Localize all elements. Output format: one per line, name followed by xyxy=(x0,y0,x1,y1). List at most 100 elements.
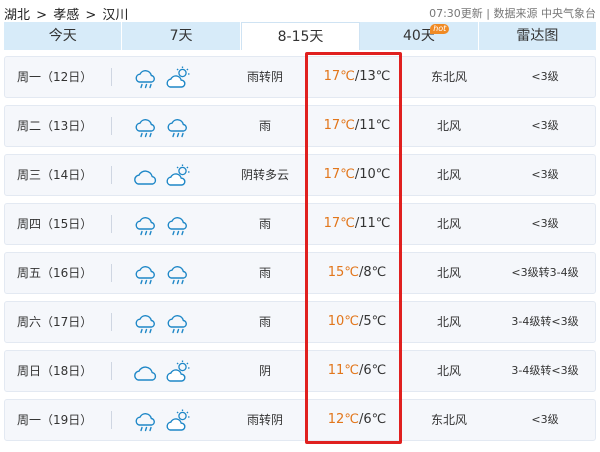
high-temperature: 17℃ xyxy=(323,118,355,133)
breadcrumb-city[interactable]: 孝感 xyxy=(53,8,79,23)
high-temperature: 11℃ xyxy=(327,363,359,378)
divider xyxy=(111,411,112,429)
forecast-row: 周一（19日） 雨转阴 12℃/6℃ 东北风 <3级 xyxy=(4,399,596,441)
wind-level: <3级 xyxy=(531,70,559,83)
wind-direction: 北风 xyxy=(436,266,461,280)
divider xyxy=(111,264,112,282)
tab-8-15-days[interactable]: 8-15天 xyxy=(240,22,361,50)
weather-icons xyxy=(133,212,197,238)
breadcrumb-district[interactable]: 汉川 xyxy=(102,8,128,23)
low-temperature: /11℃ xyxy=(354,216,391,231)
temperature-range: 17℃/11℃ xyxy=(311,106,403,146)
temperature-range: 11℃/6℃ xyxy=(311,351,403,391)
partly-cloudy-icon xyxy=(165,65,191,91)
wind-direction: 东北风 xyxy=(430,70,467,84)
weather-description: 雨转阴 xyxy=(246,413,283,427)
divider xyxy=(111,68,112,86)
low-temperature: /6℃ xyxy=(358,412,387,427)
wind-direction: 北风 xyxy=(436,364,461,378)
forecast-row: 周日（18日） 阴 11℃/6℃ 北风 3-4级转<3级 xyxy=(4,350,596,392)
rain-cloud-icon xyxy=(133,261,159,287)
temperature-range: 17℃/10℃ xyxy=(311,155,403,195)
weather-description: 雨 xyxy=(258,315,271,329)
hot-badge: hot xyxy=(430,24,450,34)
wind-direction: 北风 xyxy=(436,217,461,231)
day-label: 周日（18日） xyxy=(17,364,93,378)
weather-icons xyxy=(133,359,197,385)
weather-icons xyxy=(133,310,197,336)
tab-radar[interactable]: 雷达图 xyxy=(478,22,597,50)
overcast-cloud-icon xyxy=(133,359,159,385)
rain-cloud-icon xyxy=(133,212,159,238)
breadcrumb: 湖北 > 孝感 > 汉川 xyxy=(4,4,130,23)
forecast-list: 周一（12日） 雨转阴 17℃/13℃ 东北风 <3级 周二（13日） 雨 17 xyxy=(4,56,596,448)
low-temperature: /13℃ xyxy=(354,69,391,84)
temperature-range: 12℃/6℃ xyxy=(311,400,403,440)
high-temperature: 15℃ xyxy=(327,265,359,280)
day-label: 周一（19日） xyxy=(17,413,93,427)
weather-description: 雨转阴 xyxy=(246,70,283,84)
rain-cloud-icon xyxy=(133,408,159,434)
divider xyxy=(111,117,112,135)
rain-cloud-icon xyxy=(133,65,159,91)
forecast-row: 周三（14日） 阴转多云 17℃/10℃ 北风 <3级 xyxy=(4,154,596,196)
weather-icons xyxy=(133,261,197,287)
low-temperature: /11℃ xyxy=(354,118,391,133)
tab-today[interactable]: 今天 xyxy=(4,22,123,50)
high-temperature: 17℃ xyxy=(323,167,355,182)
forecast-row: 周一（12日） 雨转阴 17℃/13℃ 东北风 <3级 xyxy=(4,56,596,98)
day-label: 周五（16日） xyxy=(17,266,93,280)
wind-direction: 北风 xyxy=(436,119,461,133)
partly-cloudy-icon xyxy=(165,408,191,434)
wind-level: <3级 xyxy=(531,217,559,230)
partly-cloudy-icon xyxy=(165,163,191,189)
forecast-row: 周四（15日） 雨 17℃/11℃ 北风 <3级 xyxy=(4,203,596,245)
forecast-row: 周五（16日） 雨 15℃/8℃ 北风 <3级转3-4级 xyxy=(4,252,596,294)
rain-cloud-icon xyxy=(133,114,159,140)
weather-icons xyxy=(133,114,197,140)
temperature-range: 10℃/5℃ xyxy=(311,302,403,342)
partly-cloudy-icon xyxy=(165,359,191,385)
wind-direction: 北风 xyxy=(436,168,461,182)
wind-level: <3级转3-4级 xyxy=(511,266,579,279)
wind-level: <3级 xyxy=(531,413,559,426)
overcast-cloud-icon xyxy=(133,163,159,189)
divider xyxy=(111,215,112,233)
rain-cloud-icon xyxy=(165,310,191,336)
temperature-range: 15℃/8℃ xyxy=(311,253,403,293)
tab-7-days[interactable]: 7天 xyxy=(122,22,241,50)
breadcrumb-province[interactable]: 湖北 xyxy=(4,8,30,23)
weather-description: 雨 xyxy=(258,266,271,280)
wind-level: 3-4级转<3级 xyxy=(511,315,579,328)
day-label: 周三（14日） xyxy=(17,168,93,182)
wind-direction: 北风 xyxy=(436,315,461,329)
forecast-row: 周二（13日） 雨 17℃/11℃ 北风 <3级 xyxy=(4,105,596,147)
day-label: 周四（15日） xyxy=(17,217,93,231)
divider xyxy=(111,313,112,331)
rain-cloud-icon xyxy=(165,261,191,287)
rain-cloud-icon xyxy=(133,310,159,336)
rain-cloud-icon xyxy=(165,114,191,140)
low-temperature: /6℃ xyxy=(358,363,387,378)
wind-direction: 东北风 xyxy=(430,413,467,427)
forecast-tabs: 今天 7天 8-15天 40天 hot 雷达图 xyxy=(4,22,597,50)
update-info: 07:30更新 | 数据来源 中央气象台 xyxy=(429,7,596,20)
wind-level: <3级 xyxy=(531,119,559,132)
temperature-range: 17℃/13℃ xyxy=(311,57,403,97)
temperature-range: 17℃/11℃ xyxy=(311,204,403,244)
divider xyxy=(111,166,112,184)
low-temperature: /5℃ xyxy=(358,314,387,329)
high-temperature: 17℃ xyxy=(323,69,355,84)
wind-level: 3-4级转<3级 xyxy=(511,364,579,377)
low-temperature: /8℃ xyxy=(358,265,387,280)
weather-icons xyxy=(133,65,197,91)
breadcrumb-separator: > xyxy=(36,8,48,23)
low-temperature: /10℃ xyxy=(354,167,391,182)
rain-cloud-icon xyxy=(165,212,191,238)
tab-40-days[interactable]: 40天 hot xyxy=(360,22,479,50)
high-temperature: 10℃ xyxy=(327,314,359,329)
weather-description: 阴 xyxy=(258,364,271,378)
wind-level: <3级 xyxy=(531,168,559,181)
weather-description: 雨 xyxy=(258,217,271,231)
weather-icons xyxy=(133,408,197,434)
